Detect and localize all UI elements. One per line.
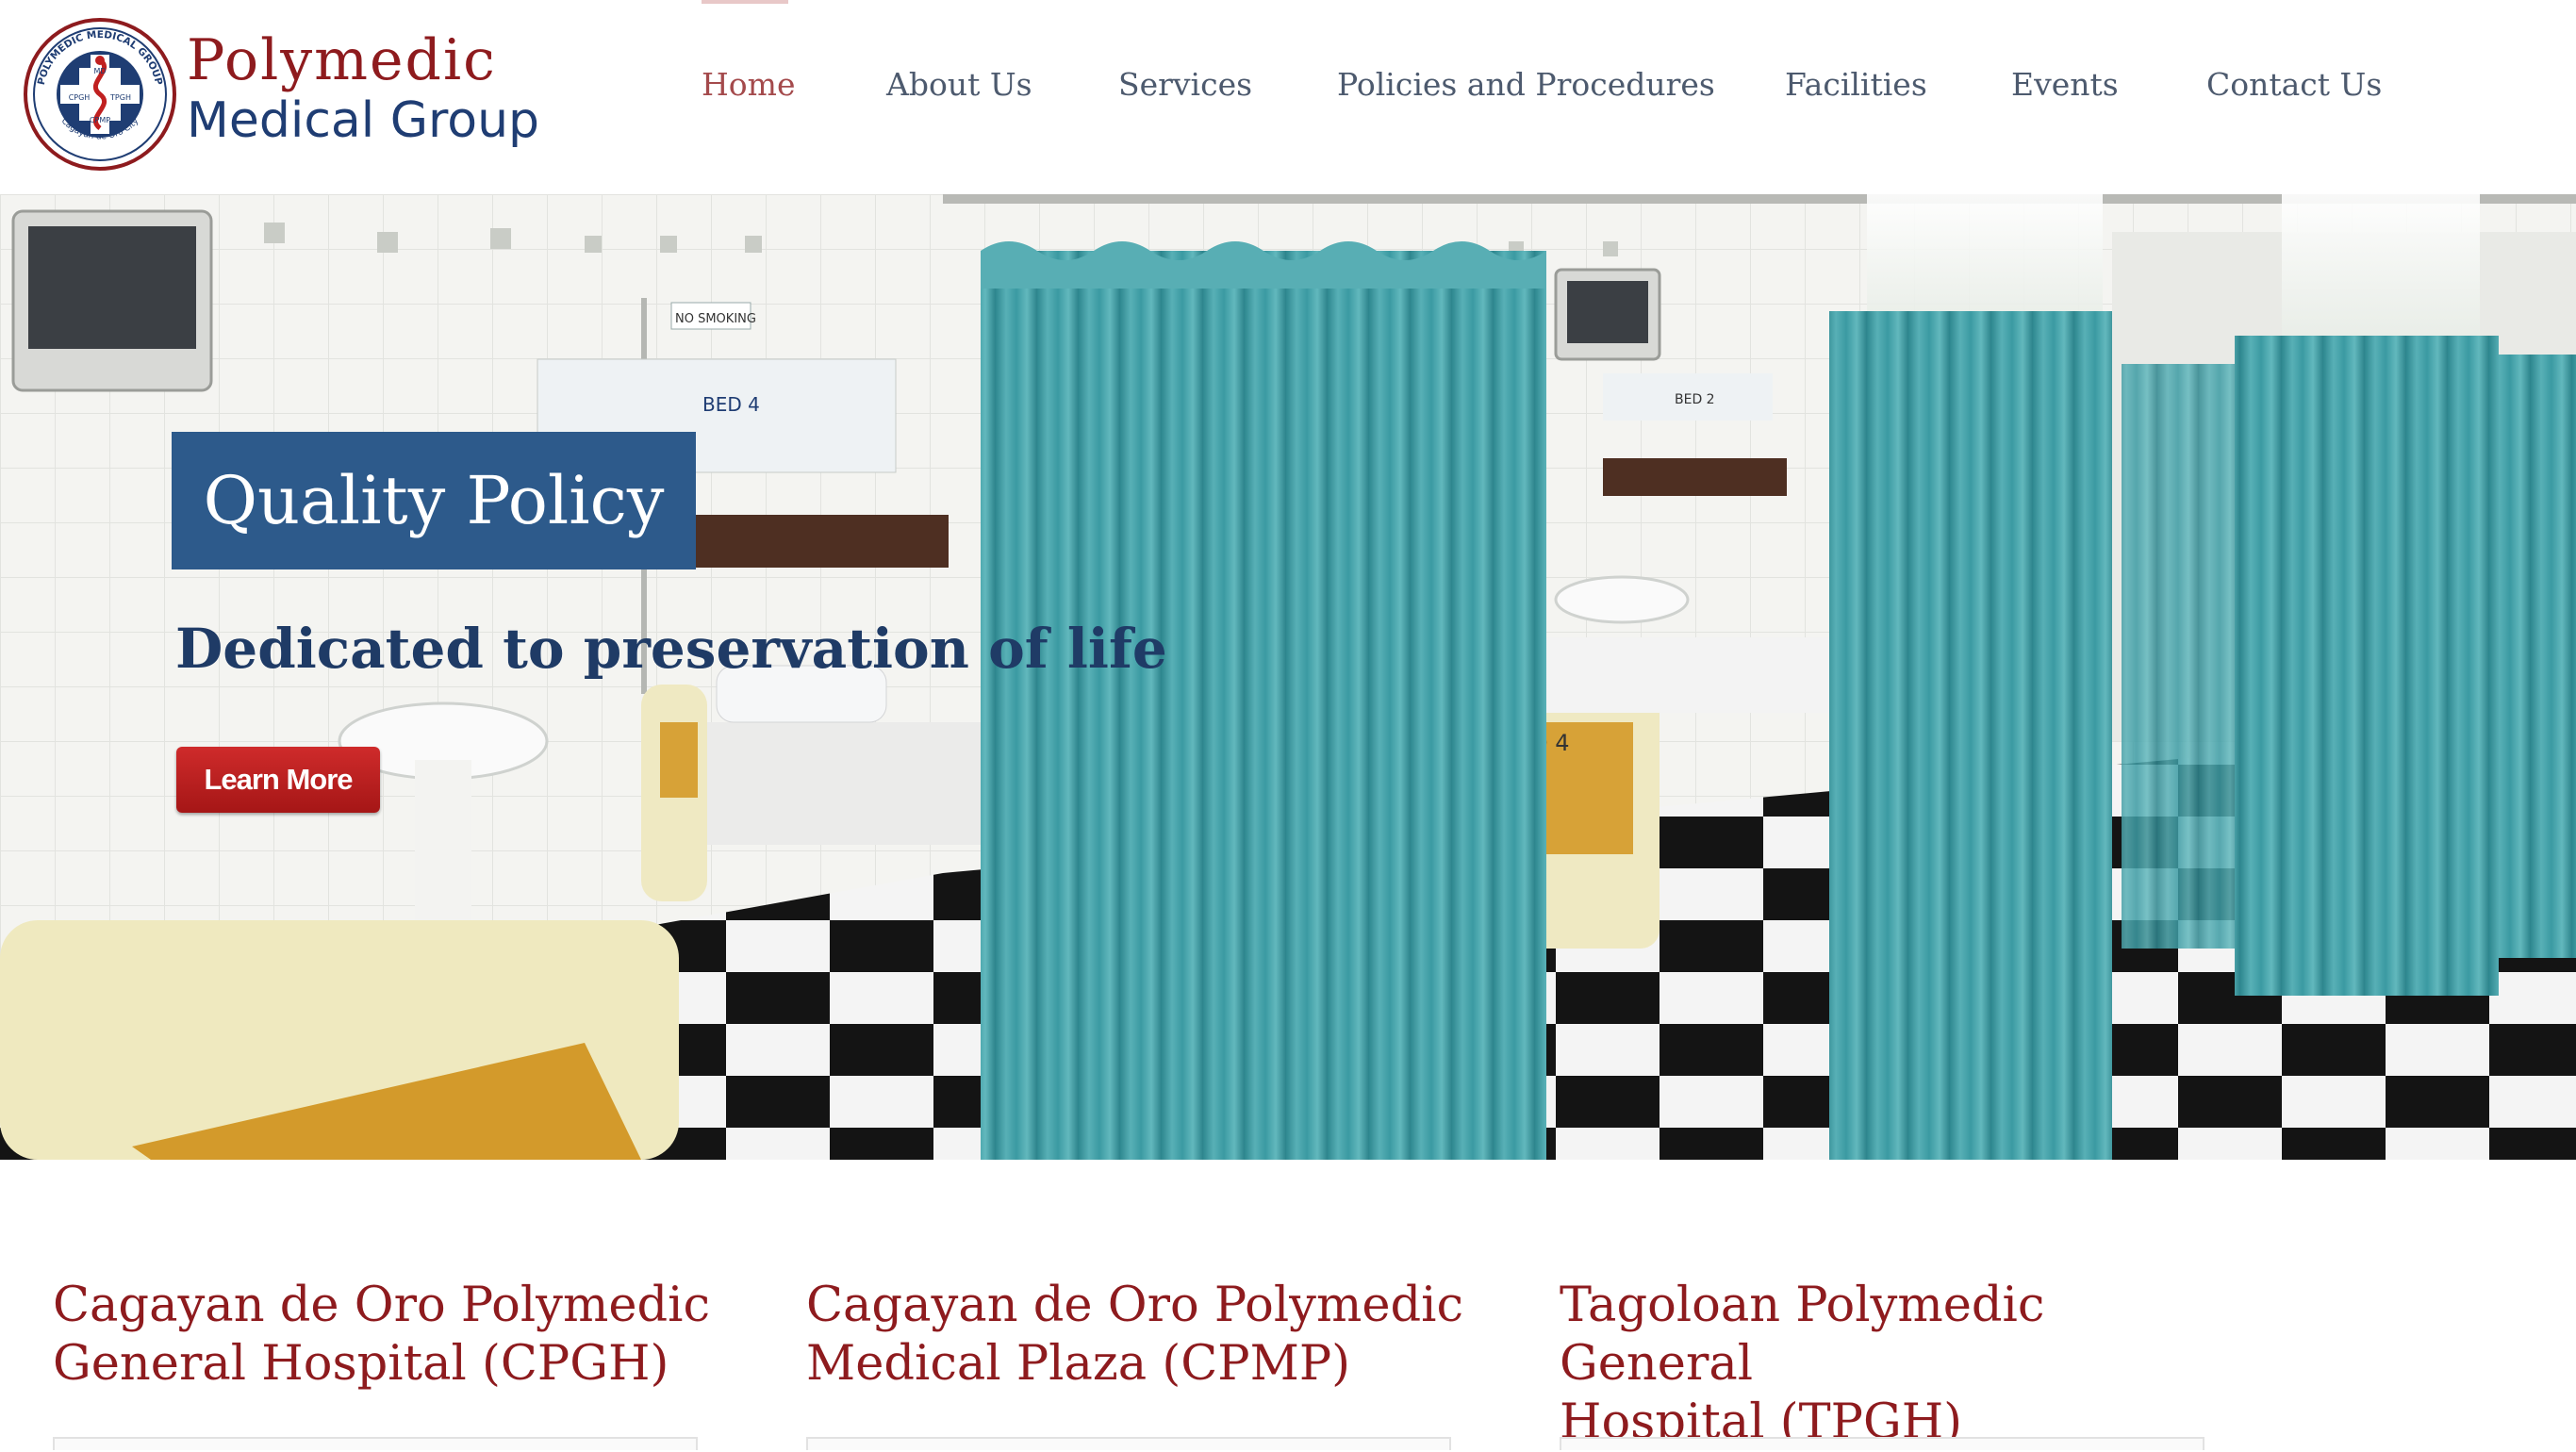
hospital-name-line2: General Hospital (CPGH) <box>53 1336 669 1392</box>
hospital-name-line1: Tagoloan Polymedic General <box>1560 1278 2045 1392</box>
nav-item-services[interactable]: Services <box>1118 66 1252 103</box>
hospital-cpgh-heading[interactable]: Cagayan de Oro Polymedic General Hospita… <box>53 1277 732 1394</box>
hero-slider: BED 4 NO SMOKING ED 4 BED 2 <box>0 194 2576 1160</box>
nav-item-home[interactable]: Home <box>702 66 795 103</box>
photo-sign-bed-2: BED 2 <box>1675 392 1715 407</box>
nav-item-about-us[interactable]: About Us <box>886 66 1032 103</box>
photo-sign-bed-4: BED 4 <box>702 393 760 416</box>
hero-title: Quality Policy <box>172 432 696 569</box>
nav-item-facilities[interactable]: Facilities <box>1785 66 1927 103</box>
hospital-name-line1: Cagayan de Oro Polymedic <box>53 1278 711 1333</box>
nav-item-policies-and-procedures[interactable]: Policies and Procedures <box>1337 66 1715 103</box>
nav-active-indicator <box>702 0 788 4</box>
hospital-name-line1: Cagayan de Oro Polymedic <box>806 1278 1464 1333</box>
learn-more-button[interactable]: Learn More <box>176 747 380 813</box>
seal-quadrant-cpmp: CPMP <box>90 116 110 124</box>
nav-item-contact-us[interactable]: Contact Us <box>2206 66 2382 103</box>
hospital-name-line2: Medical Plaza (CPMP) <box>806 1336 1351 1392</box>
hospital-tpgh-heading[interactable]: Tagoloan Polymedic General Hospital (TPG… <box>1560 1277 2238 1452</box>
main-nav: Home About Us Services Policies and Proc… <box>0 66 2576 113</box>
site-header: POLYMEDIC MEDICAL GROUP Cagayan de Oro C… <box>0 0 2576 194</box>
nav-item-events[interactable]: Events <box>2011 66 2119 103</box>
hospital-cpmp-heading[interactable]: Cagayan de Oro Polymedic Medical Plaza (… <box>806 1277 1485 1394</box>
hero-subtitle: Dedicated to preservation of life <box>175 617 1167 681</box>
photo-sign-no-smoking: NO SMOKING <box>675 312 756 326</box>
